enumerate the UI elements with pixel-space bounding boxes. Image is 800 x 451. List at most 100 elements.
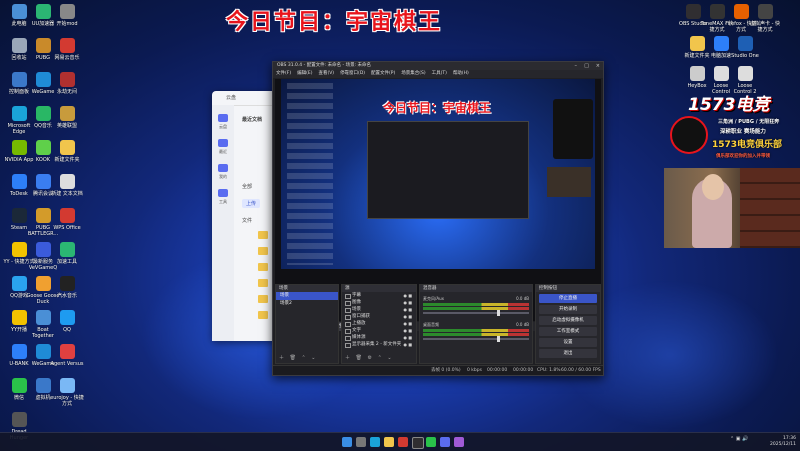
source-item[interactable]: 上播放	[342, 320, 416, 327]
app-icon	[11, 378, 27, 393]
desktop-icon[interactable]: QQ	[50, 310, 84, 333]
desktop-icon-label: QQ	[63, 327, 71, 333]
obs-window[interactable]: OBS 31.0.4 - 配置文件: 未命名 - 场景: 未命名 – □ × 文…	[272, 61, 604, 376]
desktop-icon[interactable]: WPS Office	[50, 208, 84, 231]
desktop-icon[interactable]: eurojoy - 快捷方式	[50, 378, 84, 407]
app-icon	[35, 344, 51, 359]
desktop-icon[interactable]: 新建文件夹	[50, 140, 84, 163]
scene-item[interactable]: 场景	[276, 292, 338, 300]
source-item[interactable]: 显示器采集 2 - 新文件夹	[342, 341, 416, 348]
tray-icons[interactable]: ⌃ ▣ 🔊	[730, 436, 748, 442]
app-icon[interactable]	[398, 437, 408, 447]
scene-item[interactable]: 场景2	[276, 300, 338, 308]
webcam-feed	[664, 168, 800, 248]
sidebar-item-label: 工具	[219, 199, 227, 204]
scene-toolbar[interactable]: ＋ 🗑 ⌃ ⌄	[279, 354, 318, 361]
obs-titlebar[interactable]: OBS 31.0.4 - 配置文件: 未命名 - 场景: 未命名 – □ ×	[273, 62, 603, 70]
control-button[interactable]: 工作室模式	[539, 327, 597, 336]
menu-item[interactable]: 停靠窗口(D)	[340, 71, 365, 76]
close-icon[interactable]: ×	[596, 62, 600, 70]
app-icon	[11, 174, 27, 189]
volume-meter	[423, 333, 529, 336]
cpu-usage: CPU: 1.8%	[537, 368, 561, 373]
desktop-icon[interactable]: Studio One	[728, 36, 762, 59]
folder-icon[interactable]	[258, 279, 268, 287]
app-icon	[59, 72, 75, 87]
menu-item[interactable]: 工具(T)	[432, 71, 447, 76]
app-icon	[689, 66, 705, 81]
start-icon[interactable]	[342, 437, 352, 447]
menu-item[interactable]: 帮助(H)	[453, 71, 469, 76]
cloud-icon[interactable]	[218, 114, 228, 122]
control-button[interactable]: 设置	[539, 338, 597, 347]
app-icon	[11, 106, 27, 121]
dropped-frames: 丢帧 0 (0.0%)	[431, 368, 461, 373]
desktop-icon[interactable]: Agent Versus	[50, 344, 84, 367]
source-item[interactable]: 文字	[342, 327, 416, 334]
app-icon	[11, 344, 27, 359]
app-icon[interactable]	[454, 437, 464, 447]
menu-item[interactable]: 查看(V)	[318, 71, 334, 76]
user-icon[interactable]	[218, 164, 228, 172]
control-button[interactable]: 退出	[539, 349, 597, 358]
wechat-icon[interactable]	[426, 437, 436, 447]
app-icon[interactable]	[440, 437, 450, 447]
desktop-icon-label: eurojoy - 快捷方式	[50, 395, 84, 407]
desktop-icon[interactable]: 虚拟声卡 - 快捷方式	[748, 4, 782, 33]
desktop-icon[interactable]: 英雄联盟	[50, 106, 84, 129]
mixer-channel: 桌面音频 0.0 dB	[423, 322, 529, 342]
control-button[interactable]: 启动虚拟摄像机	[539, 316, 597, 325]
menu-item[interactable]: 编辑(E)	[297, 71, 312, 76]
mixer-channel-name: 桌面音频	[423, 322, 439, 327]
app-icon	[11, 276, 27, 291]
maximize-icon[interactable]: □	[584, 62, 589, 70]
sidebar-item-label: 最近	[219, 149, 227, 154]
preview-brand-logo	[553, 99, 593, 159]
edge-icon[interactable]	[370, 437, 380, 447]
search-icon[interactable]	[356, 437, 366, 447]
desktop-icon[interactable]: 汽水音乐	[50, 276, 84, 299]
tab-all[interactable]: 全部	[242, 183, 252, 190]
desktop-icon[interactable]: 永劫无间	[50, 72, 84, 95]
volume-slider[interactable]	[423, 336, 529, 342]
desktop-icon[interactable]: 网易云音乐	[50, 38, 84, 61]
source-item[interactable]: 场景	[342, 306, 416, 313]
clock[interactable]: 17:36 2025/12/11	[770, 436, 796, 448]
control-button[interactable]: 开始录制	[539, 305, 597, 314]
volume-slider[interactable]	[423, 310, 529, 316]
desktop-icon[interactable]: 新建 文本文档	[50, 174, 84, 197]
minimize-icon[interactable]: –	[575, 62, 578, 70]
desktop-icon[interactable]: 开始mod	[50, 4, 84, 27]
app-icon	[685, 4, 701, 19]
tab-files[interactable]: 文件	[242, 217, 252, 224]
menu-item[interactable]: 文件(F)	[276, 71, 291, 76]
folder-icon[interactable]	[258, 295, 268, 303]
preview-icon-grid	[287, 83, 333, 265]
mixer-channel-level: 0.0 dB	[516, 322, 529, 327]
app-icon	[35, 310, 51, 325]
volume-meter	[423, 329, 529, 332]
app-icon	[713, 66, 729, 81]
menu-item[interactable]: 配置文件(P)	[371, 71, 395, 76]
desktop-icon-label: 新建 文本文档	[51, 191, 83, 197]
folder-icon[interactable]	[258, 311, 268, 319]
source-toolbar-buttons[interactable]: ＋ 🗑 ⚙ ⌃ ⌄	[345, 354, 394, 361]
app-icon	[733, 4, 749, 19]
menu-item[interactable]: 场景集合(S)	[401, 71, 425, 76]
tools-icon[interactable]	[218, 189, 228, 197]
source-item[interactable]: 字幕	[342, 292, 416, 299]
source-item[interactable]: 窗口捕获	[342, 313, 416, 320]
mixer-header: 混音器	[420, 285, 532, 292]
recent-icon[interactable]	[218, 139, 228, 147]
bitrate: 0 kbps	[467, 368, 482, 373]
obs-taskbar-icon[interactable]	[412, 437, 424, 449]
source-item[interactable]: 媒体源	[342, 334, 416, 341]
control-button[interactable]: 停止直播	[539, 294, 597, 303]
folder-icon[interactable]	[258, 263, 268, 271]
desktop-icon[interactable]: 加速工具	[50, 242, 84, 265]
source-item[interactable]: 图像	[342, 299, 416, 306]
folder-icon[interactable]	[258, 231, 268, 239]
folder-icon[interactable]	[258, 247, 268, 255]
explorer-icon[interactable]	[384, 437, 394, 447]
upload-button[interactable]: 上传	[242, 199, 261, 208]
